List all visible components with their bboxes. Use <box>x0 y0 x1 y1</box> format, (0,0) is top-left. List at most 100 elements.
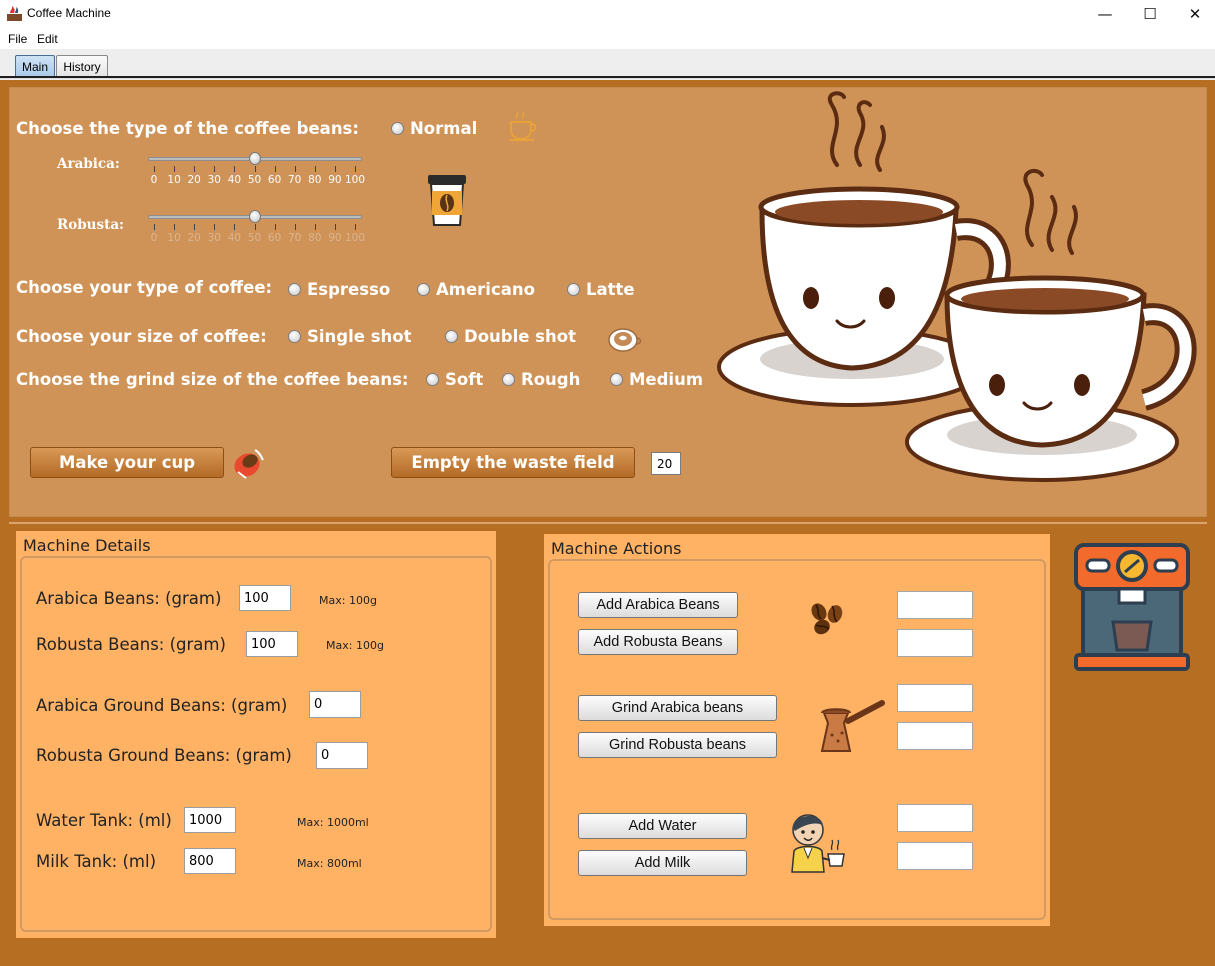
radio-rough[interactable]: Rough <box>502 370 580 389</box>
spilled-cup-icon <box>234 449 264 479</box>
grind-robusta-field[interactable] <box>897 722 973 750</box>
robusta-beans-label: Robusta Beans: (gram) <box>36 635 226 654</box>
arabica-beans-max: Max: 100g <box>319 594 377 607</box>
slider-tick-label: 100 <box>344 232 366 244</box>
waste-field[interactable]: 20 <box>651 452 681 475</box>
slider-tick <box>274 166 276 172</box>
add-water-field[interactable] <box>897 804 973 832</box>
slider-thumb[interactable] <box>248 210 261 223</box>
slider-tick <box>234 224 236 230</box>
robusta-ground-label: Robusta Ground Beans: (gram) <box>36 746 292 765</box>
add-milk-button[interactable]: Add Milk <box>578 850 747 876</box>
radio-americano[interactable]: Americano <box>417 280 535 299</box>
grind-size-label: Choose the grind size of the coffee bean… <box>16 370 409 389</box>
arabica-slider-label: Arabica: <box>57 156 120 172</box>
radio-dot <box>445 330 458 343</box>
minimize-button[interactable]: — <box>1082 0 1128 28</box>
make-cup-button[interactable]: Make your cup <box>30 447 224 478</box>
slider-tick <box>334 166 336 172</box>
maximize-button[interactable]: ☐ <box>1127 0 1173 28</box>
slider-tick <box>214 224 216 230</box>
add-robusta-field[interactable] <box>897 629 973 657</box>
latte-art-icon <box>608 328 642 352</box>
slider-tick-label: 90 <box>328 232 342 244</box>
slider-ticks <box>146 224 364 230</box>
robusta-beans-max: Max: 100g <box>326 639 384 652</box>
empty-waste-button[interactable]: Empty the waste field <box>391 447 635 478</box>
slider-tick-label: 0 <box>150 232 158 244</box>
coffee-cups-illustration <box>717 91 1197 482</box>
robusta-ground-field[interactable]: 0 <box>316 742 368 769</box>
arabica-slider[interactable]: 0 10 20 30 40 50 60 70 80 90 100 <box>146 152 365 186</box>
radio-espresso[interactable]: Espresso <box>288 280 390 299</box>
machine-actions-title: Machine Actions <box>551 539 682 558</box>
slider-tick <box>174 224 176 230</box>
slider-tick-label: 60 <box>267 232 282 244</box>
slider-tick <box>154 224 155 230</box>
robusta-beans-field[interactable]: 100 <box>246 631 298 657</box>
tab-history[interactable]: History <box>56 55 108 77</box>
milk-tank-max: Max: 800ml <box>297 857 362 870</box>
slider-thumb[interactable] <box>248 152 261 165</box>
add-arabica-field[interactable] <box>897 591 973 619</box>
radio-dot <box>426 373 439 386</box>
espresso-machine-icon <box>1074 543 1190 671</box>
add-water-button[interactable]: Add Water <box>578 813 747 839</box>
water-tank-field[interactable]: 1000 <box>184 807 236 833</box>
slider-tick <box>214 166 216 172</box>
arabica-beans-field[interactable]: 100 <box>239 585 291 611</box>
radio-dot <box>567 283 580 296</box>
add-robusta-button[interactable]: Add Robusta Beans <box>578 629 738 655</box>
slider-tick <box>355 166 356 172</box>
slider-tick <box>294 166 296 172</box>
slider-tick-label: 80 <box>308 232 322 244</box>
slider-ticks <box>146 166 364 172</box>
slider-tick-label: 70 <box>288 174 302 186</box>
radio-double-shot[interactable]: Double shot <box>445 327 576 346</box>
turkish-coffee-pot-icon <box>820 700 885 752</box>
robusta-slider-label: Robusta: <box>57 217 125 233</box>
close-button[interactable]: ✕ <box>1172 0 1215 28</box>
tab-underline <box>0 76 1215 79</box>
slider-tick-label: 90 <box>328 174 342 186</box>
radio-single-shot[interactable]: Single shot <box>288 327 411 346</box>
slider-tick-label: 10 <box>167 174 181 186</box>
slider-tick <box>355 224 356 230</box>
radio-dot <box>288 330 301 343</box>
add-arabica-button[interactable]: Add Arabica Beans <box>578 592 738 618</box>
radio-soft[interactable]: Soft <box>426 370 483 389</box>
slider-tick-label: 60 <box>267 174 282 186</box>
milk-tank-field[interactable]: 800 <box>184 848 236 874</box>
coffee-size-label: Choose your size of coffee: <box>16 327 267 346</box>
grind-robusta-button[interactable]: Grind Robusta beans <box>578 732 777 758</box>
grind-arabica-field[interactable] <box>897 684 973 712</box>
robusta-slider[interactable]: 0 10 20 30 40 50 60 70 80 90 100 <box>146 210 366 244</box>
slider-tick <box>174 166 176 172</box>
arabica-beans-label: Arabica Beans: (gram) <box>36 589 222 608</box>
java-app-icon <box>7 6 22 21</box>
add-milk-field[interactable] <box>897 842 973 870</box>
window-title: Coffee Machine <box>27 6 111 20</box>
arabica-ground-field[interactable]: 0 <box>309 691 361 718</box>
slider-tick-label: 10 <box>167 232 181 244</box>
milk-tank-label: Milk Tank: (ml) <box>36 852 157 871</box>
machine-details-title: Machine Details <box>23 536 151 555</box>
radio-normal[interactable]: Normal <box>391 119 477 138</box>
slider-tick <box>234 166 236 172</box>
machine-details-border <box>20 556 492 932</box>
menu-edit[interactable]: Edit <box>37 32 58 46</box>
radio-dot <box>610 373 623 386</box>
slider-tick-label: 70 <box>288 232 302 244</box>
tab-main[interactable]: Main <box>15 55 55 77</box>
slider-tick <box>294 224 296 230</box>
menu-file[interactable]: File <box>8 32 27 46</box>
slider-tick-labels: 0 10 20 30 40 50 60 70 80 90 100 <box>146 174 365 186</box>
radio-medium[interactable]: Medium <box>610 370 703 389</box>
slider-tick-label: 0 <box>150 174 158 186</box>
grind-arabica-button[interactable]: Grind Arabica beans <box>578 695 777 721</box>
radio-latte[interactable]: Latte <box>567 280 635 299</box>
slider-tick <box>254 224 256 230</box>
title-bar: Coffee Machine — ☐ ✕ <box>0 0 1215 28</box>
slider-tick <box>274 224 276 230</box>
slider-tick <box>194 224 196 230</box>
